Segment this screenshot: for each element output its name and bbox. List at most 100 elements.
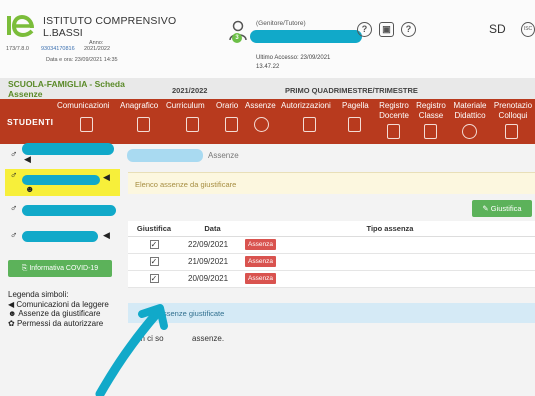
- school-code-prefix: 173/7.8.0: [6, 46, 29, 52]
- student-row[interactable]: ♂ ◀: [5, 226, 120, 253]
- absence-type-badge: Assenza: [245, 239, 276, 250]
- section-title: SCUOLA-FAMIGLIA - Scheda Assenze: [8, 79, 148, 99]
- nav-materiale-didattico[interactable]: Materiale Didattico: [449, 101, 491, 121]
- justify-checkbox[interactable]: ✓: [149, 257, 159, 266]
- absences-table: Giustifica Data Tipo assenza ✓ 22/09/202…: [128, 221, 535, 288]
- student-name-redaction: [22, 143, 114, 155]
- nav-label: Anagrafico: [120, 101, 159, 110]
- report-icon[interactable]: [348, 117, 361, 132]
- datetime-label: Data e ora: 23/09/2021 14:35: [46, 57, 118, 63]
- nav-registro-classe[interactable]: Registro Classe: [413, 101, 449, 121]
- last-access-time: 13.47.22: [256, 64, 280, 70]
- book-icon[interactable]: [387, 124, 400, 139]
- absence-date: 21/09/2021: [180, 253, 245, 271]
- nav-label: Registro Docente: [379, 101, 409, 120]
- calendar-check-icon[interactable]: [303, 117, 316, 132]
- user-role: (Genitore/Tutore): [256, 20, 306, 27]
- nav-label: Assenze: [245, 101, 276, 110]
- nav-registro-docente[interactable]: Registro Docente: [374, 101, 414, 121]
- lock-icon[interactable]: ▣: [379, 22, 394, 37]
- book-icon[interactable]: [424, 124, 437, 139]
- absence-date: 20/09/2021: [180, 270, 245, 288]
- col-giustifica: Giustifica: [128, 221, 180, 237]
- nav-prenotazio-colloqui[interactable]: Prenotazio Colloqui: [491, 101, 535, 121]
- nav-label: Prenotazio Colloqui: [493, 101, 533, 120]
- calendar-icon[interactable]: [225, 117, 238, 132]
- period: PRIMO QUADRIMESTRE/TRIMESTRE: [285, 86, 418, 95]
- justified-panel-header: ssenze giustificate: [128, 303, 535, 323]
- question-icon[interactable]: ?: [401, 22, 416, 37]
- student-name-redaction: [22, 205, 116, 216]
- nav-curriculum[interactable]: Curriculum: [166, 101, 205, 111]
- paw-icon: ✿: [8, 318, 17, 328]
- nav-label: Autorizzazioni: [281, 101, 331, 110]
- nav-orario[interactable]: Orario: [216, 101, 238, 111]
- table-row: ✓ 22/09/2021 Assenza: [128, 236, 535, 254]
- absence-type-badge: Assenza: [245, 273, 276, 284]
- help-icon[interactable]: ?: [357, 22, 372, 37]
- notification-badge: 3: [232, 33, 242, 43]
- nav-label: Orario: [216, 101, 239, 110]
- nav-pagella[interactable]: Pagella: [342, 101, 369, 111]
- table-row: ✓ 21/09/2021 Assenza: [128, 253, 535, 271]
- justify-checkbox[interactable]: ✓: [149, 274, 159, 283]
- covid-button-label: Informativa COVID-19: [29, 265, 99, 272]
- nav-anagrafico[interactable]: Anagrafico: [120, 101, 158, 111]
- megaphone-icon: ◀: [103, 172, 110, 182]
- table-row: ✓ 20/09/2021 Assenza: [128, 270, 535, 288]
- covid-info-button[interactable]: ⎘ Informativa COVID-19: [8, 260, 112, 277]
- school-year: 2021/2022: [172, 86, 208, 95]
- year-value: 2021/2022: [84, 46, 110, 52]
- nav-assenze[interactable]: Assenze: [245, 101, 276, 111]
- nav-label: Registro Classe: [416, 101, 446, 120]
- institute-name: ISTITUTO COMPRENSIVO: [43, 15, 177, 27]
- col-tipo: Tipo assenza: [245, 221, 535, 237]
- male-icon: ♂: [10, 149, 18, 160]
- megaphone-icon: ◀: [24, 154, 31, 164]
- school-logo-icon: [7, 14, 34, 37]
- document-icon[interactable]: [137, 117, 150, 132]
- justify-button[interactable]: ✎ Giustifica: [472, 200, 532, 217]
- male-icon: ♂: [10, 170, 18, 181]
- male-icon: ♂: [10, 203, 18, 214]
- nav-label: Materiale Didattico: [453, 101, 487, 120]
- empty-message-end: assenze.: [192, 334, 225, 343]
- to-justify-panel-header: Elenco assenze da giustificare: [128, 172, 535, 194]
- nav-autorizzazioni[interactable]: Autorizzazioni: [281, 101, 331, 111]
- megaphone-icon: ◀: [103, 230, 110, 240]
- nav-comunicazioni[interactable]: Comunicazioni: [57, 101, 109, 111]
- annotation-arrow: [95, 304, 168, 396]
- absence-date: 22/09/2021: [180, 236, 245, 254]
- school-code[interactable]: 93034170816: [41, 46, 75, 52]
- megaphone-icon[interactable]: [80, 117, 93, 132]
- section-title-text: SCUOLA-FAMIGLIA - Scheda Assenze: [8, 79, 125, 99]
- brand-sd[interactable]: SD: [489, 22, 506, 36]
- last-access: Ultimo Accesso: 23/09/2021 13.47.22: [256, 54, 330, 72]
- handshake-icon[interactable]: [505, 124, 518, 139]
- male-icon: ♂: [10, 230, 18, 241]
- institute-name-line2: L.BASSI: [43, 27, 83, 39]
- gears-icon[interactable]: [462, 124, 477, 139]
- face-icon[interactable]: [254, 117, 269, 132]
- settings-icon[interactable]: ISC: [521, 22, 535, 37]
- user-name-redaction: [250, 30, 362, 43]
- justify-button-label: Giustifica: [490, 204, 522, 213]
- nav-label: Curriculum: [166, 101, 205, 110]
- absence-type-badge: Assenza: [245, 256, 276, 267]
- breadcrumb: Assenze: [208, 151, 239, 160]
- nav-students[interactable]: STUDENTI: [7, 117, 54, 127]
- justify-icon: ✎: [482, 204, 491, 213]
- header-icons: ? ▣ ?: [357, 22, 416, 37]
- col-data: Data: [180, 221, 245, 237]
- nav-label: Comunicazioni: [57, 101, 110, 110]
- student-name-redaction: [22, 231, 98, 242]
- smiley-icon: ☻: [8, 309, 19, 318]
- justify-checkbox[interactable]: ✓: [149, 240, 159, 249]
- student-row[interactable]: ♂ ◀: [5, 141, 120, 168]
- document-icon[interactable]: [186, 117, 199, 132]
- student-row-selected[interactable]: ♂ ◀ ☻: [5, 169, 120, 196]
- student-row[interactable]: ♂: [5, 199, 120, 226]
- smiley-icon: ☻: [25, 184, 35, 194]
- to-justify-title: Elenco assenze da giustificare: [135, 180, 237, 189]
- header: ISTITUTO COMPRENSIVO L.BASSI 173/7.8.0 9…: [0, 0, 535, 78]
